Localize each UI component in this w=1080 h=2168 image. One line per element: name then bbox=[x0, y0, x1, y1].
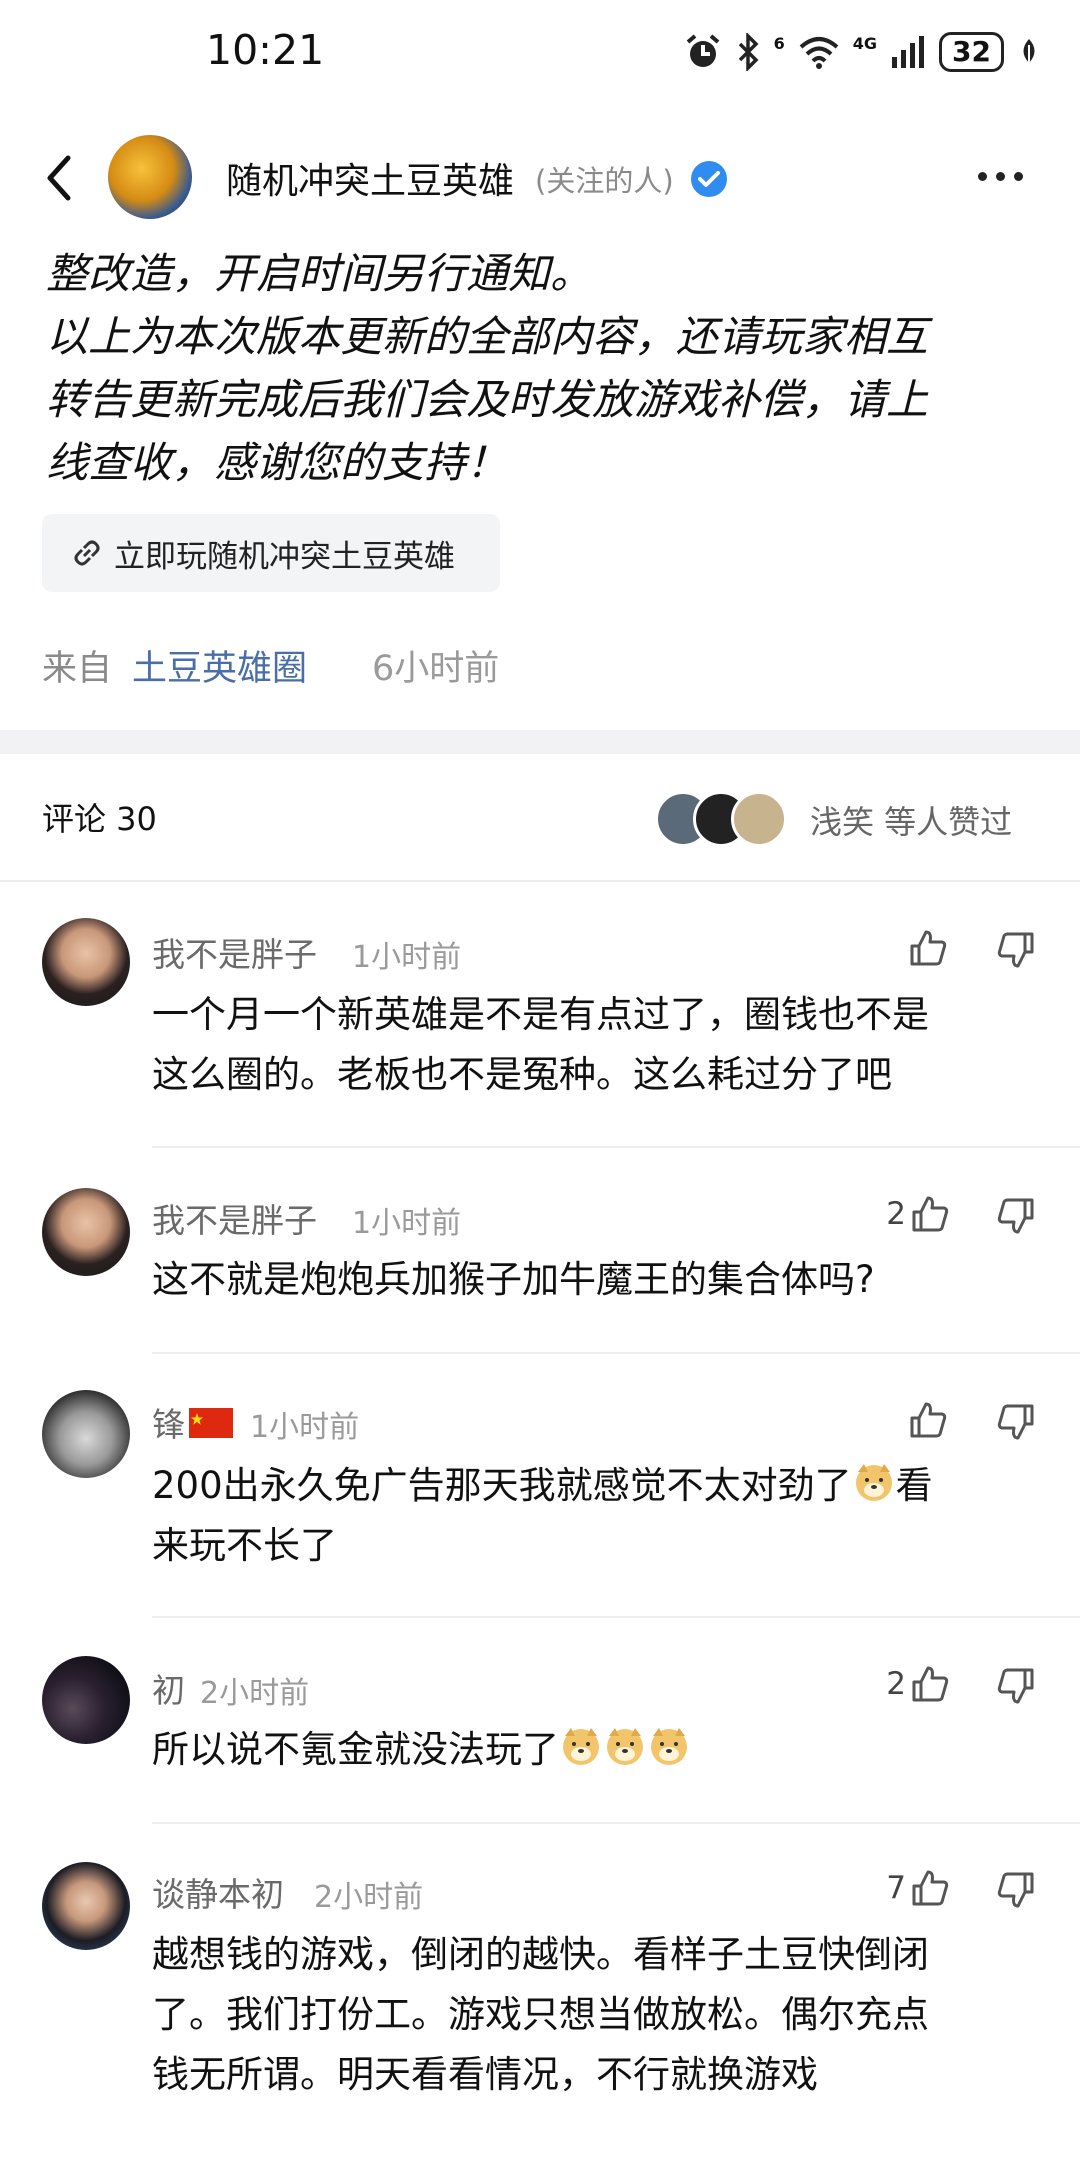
battery-indicator: 32 bbox=[939, 32, 1004, 72]
thumbs-down-icon[interactable] bbox=[996, 1402, 1036, 1442]
avatar[interactable] bbox=[42, 1188, 130, 1276]
post-text-line: 整改造，开启时间另行通知。 bbox=[46, 249, 593, 298]
comment-text-part: 所以说不氪金就没法玩了 bbox=[152, 1728, 559, 1771]
play-link-label: 立即玩随机冲突土豆英雄 bbox=[114, 538, 455, 575]
liker-names[interactable]: 浅笑 等人赞过 bbox=[810, 797, 1012, 843]
signal-icon bbox=[892, 36, 925, 68]
thumbs-up-icon[interactable] bbox=[910, 1868, 950, 1908]
comment-text-line: 了。我们打份工。游戏只想当做放松。偶尔充点 bbox=[152, 1993, 929, 2036]
comment-time: 1小时前 bbox=[352, 1206, 462, 1241]
avatar[interactable] bbox=[42, 1390, 130, 1478]
doge-emoji-icon bbox=[855, 1464, 892, 1501]
comment-time: 1小时前 bbox=[352, 940, 462, 975]
china-flag-icon bbox=[189, 1408, 233, 1438]
back-button[interactable] bbox=[40, 148, 80, 208]
network-label: 4G bbox=[852, 33, 878, 53]
avatar[interactable] bbox=[42, 918, 130, 1006]
avatar[interactable] bbox=[42, 1656, 130, 1744]
divider bbox=[152, 1146, 1080, 1148]
comment-author[interactable]: 初 bbox=[152, 1664, 185, 1712]
liker-avatars[interactable] bbox=[655, 791, 795, 847]
comment-text-line: 一个月一个新英雄是不是有点过了，圈钱也不是 bbox=[152, 993, 929, 1036]
comments-heading: 评论 30 bbox=[42, 800, 157, 838]
thumbs-up-icon[interactable] bbox=[910, 1194, 950, 1234]
comment-author[interactable]: 我不是胖子 bbox=[152, 1194, 317, 1242]
leaf-icon bbox=[1023, 39, 1035, 66]
comment-text-part: 看 bbox=[895, 1464, 933, 1507]
account-name[interactable]: 随机冲突土豆英雄 bbox=[226, 152, 514, 204]
divider bbox=[152, 1822, 1080, 1824]
comment-author[interactable]: 我不是胖子 bbox=[152, 928, 317, 976]
comment-time: 1小时前 bbox=[250, 1410, 360, 1445]
thumbs-down-icon[interactable] bbox=[996, 1196, 1036, 1236]
doge-emoji-icon bbox=[607, 1728, 643, 1765]
comment-author-name: 锋 bbox=[152, 1405, 185, 1444]
post-text-line: 线查收，感谢您的支持！ bbox=[46, 438, 509, 487]
comment-text-line: 200出永久免广告那天我就感觉不太对劲了看 bbox=[152, 1456, 933, 1516]
divider bbox=[152, 1352, 1080, 1354]
doge-emoji-icon bbox=[651, 1728, 687, 1765]
more-options-button[interactable] bbox=[978, 172, 1023, 181]
account-avatar[interactable] bbox=[108, 135, 192, 219]
thumbs-down-icon[interactable] bbox=[996, 930, 1036, 970]
thumbs-up-icon[interactable] bbox=[908, 1400, 948, 1440]
thumbs-down-icon[interactable] bbox=[996, 1666, 1036, 1706]
verified-icon bbox=[691, 161, 727, 197]
like-count: 7 bbox=[886, 1870, 906, 1906]
comment-author[interactable]: 锋 bbox=[152, 1398, 233, 1446]
section-separator bbox=[0, 730, 1080, 754]
comment-text-line: 这么圈的。老板也不是冤种。这么耗过分了吧 bbox=[152, 1053, 892, 1096]
comment-text-line: 来玩不长了 bbox=[152, 1524, 337, 1567]
like-count: 2 bbox=[886, 1666, 906, 1702]
play-game-link[interactable]: 立即玩随机冲突土豆英雄 bbox=[42, 514, 500, 592]
source-circle-link[interactable]: 土豆英雄圈 bbox=[132, 640, 307, 691]
comment-text-line: 钱无所谓。明天看看情况，不行就换游戏 bbox=[152, 2053, 818, 2096]
comment-text-line: 这不就是炮炮兵加猴子加牛魔王的集合体吗? bbox=[152, 1258, 875, 1301]
like-count: 2 bbox=[886, 1196, 906, 1232]
status-icons: 6 4G 32 bbox=[684, 30, 1040, 74]
divider bbox=[0, 880, 1080, 882]
comment-time: 2小时前 bbox=[314, 1880, 424, 1915]
thumbs-up-icon[interactable] bbox=[910, 1664, 950, 1704]
post-text-line: 转告更新完成后我们会及时发放游戏补偿，请上 bbox=[46, 375, 929, 424]
thumbs-down-icon[interactable] bbox=[996, 1870, 1036, 1910]
source-prefix: 来自 bbox=[42, 649, 113, 689]
bluetooth-icon bbox=[738, 33, 759, 71]
post-text-line: 以上为本次版本更新的全部内容，还请玩家相互 bbox=[46, 312, 929, 361]
thumbs-up-icon[interactable] bbox=[908, 928, 948, 968]
avatar bbox=[731, 791, 787, 847]
wifi-icon bbox=[799, 37, 839, 69]
avatar[interactable] bbox=[42, 1862, 130, 1950]
account-tag: (关注的人) bbox=[535, 164, 674, 198]
comment-text-part: 200出永久免广告那天我就感觉不太对劲了 bbox=[152, 1464, 852, 1507]
post-time: 6小时前 bbox=[372, 649, 500, 689]
comment-author[interactable]: 谈静本初 bbox=[152, 1868, 284, 1916]
link-icon bbox=[74, 540, 100, 566]
sim-label: 6 bbox=[773, 33, 785, 53]
comment-text-line: 所以说不氪金就没法玩了 bbox=[152, 1720, 691, 1780]
alarm-icon bbox=[686, 34, 719, 67]
comment-time: 2小时前 bbox=[200, 1676, 310, 1711]
doge-emoji-icon bbox=[563, 1728, 599, 1765]
comment-text-line: 越想钱的游戏，倒闭的越快。看样子土豆快倒闭 bbox=[152, 1933, 929, 1976]
divider bbox=[152, 1616, 1080, 1618]
status-time: 10:21 bbox=[206, 26, 325, 74]
